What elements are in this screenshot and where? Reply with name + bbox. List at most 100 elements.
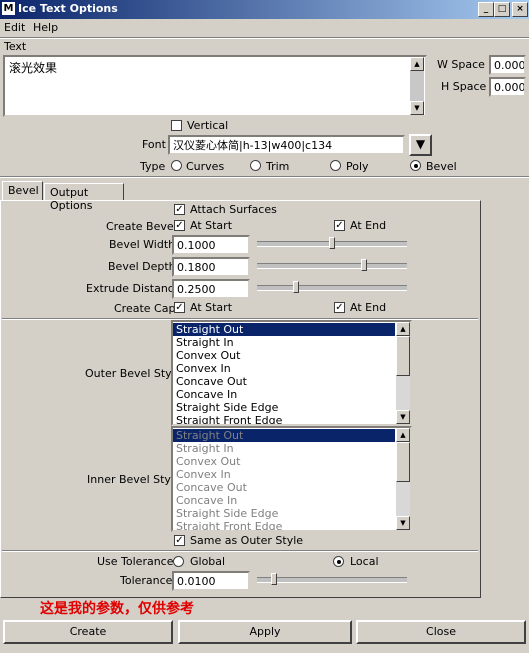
bevel-at-end-label: At End [350, 219, 387, 232]
extrude-distance-slider[interactable] [257, 280, 407, 294]
outer-scroll-thumb[interactable] [396, 336, 410, 376]
type-trim-radio[interactable] [250, 160, 261, 171]
text-scroll-down-icon[interactable]: ▼ [410, 101, 424, 115]
type-poly-radio[interactable] [330, 160, 341, 171]
slider-thumb[interactable] [329, 237, 335, 249]
bevel-width-field[interactable]: 0.1000 [172, 235, 250, 255]
bevel-depth-field[interactable]: 0.1800 [172, 257, 250, 277]
create-bevel-label: Create Bevel [106, 220, 177, 233]
window-title: Ice Text Options [18, 2, 118, 15]
bevel-width-slider[interactable] [257, 236, 407, 250]
bevel-depth-label: Bevel Depth [108, 260, 176, 273]
text-area[interactable]: 滚光效果 ▲ ▼ [3, 55, 427, 117]
bevel-at-start-checkbox[interactable]: ✓ [174, 220, 185, 231]
inner-bevel-style-label: Inner Bevel Style [87, 473, 181, 486]
type-label: Type [140, 160, 166, 173]
slider-thumb[interactable] [271, 573, 277, 585]
cap-at-start-checkbox[interactable]: ✓ [174, 302, 185, 313]
type-poly-label: Poly [346, 160, 369, 173]
cap-at-start-label: At Start [190, 301, 233, 314]
slider-track [257, 577, 407, 583]
bevel-style-option[interactable]: Convex Out [173, 349, 395, 362]
bevel-style-option[interactable]: Straight Front Edge [173, 414, 395, 424]
tolerance-local-radio[interactable] [333, 556, 344, 567]
bevel-style-option[interactable]: Straight Side Edge [173, 507, 395, 520]
outer-scroll-up-icon[interactable]: ▲ [396, 322, 410, 336]
bevel-style-option[interactable]: Straight In [173, 336, 395, 349]
bevel-style-option[interactable]: Convex In [173, 468, 395, 481]
menu-separator [0, 37, 529, 39]
section-separator [0, 176, 529, 178]
tab-output-options[interactable]: Output Options [44, 183, 124, 212]
w-space-label: W Space [437, 58, 485, 71]
slider-track [257, 285, 407, 291]
bevel-at-end-checkbox[interactable]: ✓ [334, 220, 345, 231]
slider-thumb[interactable] [293, 281, 299, 293]
apply-button[interactable]: Apply [178, 620, 352, 644]
text-scroll-up-icon[interactable]: ▲ [410, 57, 424, 71]
h-space-field[interactable]: 0.000 [489, 77, 526, 97]
text-value: 滚光效果 [9, 61, 58, 75]
attach-surfaces-checkbox[interactable]: ✓ [174, 204, 185, 215]
bevel-style-option[interactable]: Concave In [173, 388, 395, 401]
tolerance-field[interactable]: 0.0100 [172, 571, 250, 591]
extrude-distance-field[interactable]: 0.2500 [172, 279, 250, 299]
bevel-style-option[interactable]: Straight Side Edge [173, 401, 395, 414]
type-trim-label: Trim [266, 160, 290, 173]
bevel-style-option[interactable]: Concave In [173, 494, 395, 507]
font-picker-arrow-icon[interactable]: ▼ [409, 134, 432, 156]
same-as-outer-checkbox[interactable]: ✓ [174, 535, 185, 546]
bevel-style-option[interactable]: Convex In [173, 362, 395, 375]
bevel-style-option[interactable]: Concave Out [173, 375, 395, 388]
use-tolerance-label: Use Tolerance [97, 555, 174, 568]
inner-bevel-style-list[interactable]: Straight Out Straight In Convex Out Convex … [171, 426, 412, 532]
text-scroll-track[interactable] [410, 71, 424, 101]
bevel-style-option[interactable]: Concave Out [173, 481, 395, 494]
tolerance-global-radio[interactable] [173, 556, 184, 567]
user-note: 这是我的参数，仅供参考 [40, 601, 194, 617]
tolerance-label: Tolerance [120, 574, 173, 587]
vertical-label: Vertical [187, 119, 229, 132]
outer-bevel-style-list[interactable]: Straight Out Straight In Convex Out Convex … [171, 320, 412, 426]
title-bar: M Ice Text Options _ □ × [0, 0, 529, 19]
slider-track [257, 263, 407, 269]
minimize-button[interactable]: _ [478, 2, 494, 17]
bevel-depth-slider[interactable] [257, 258, 407, 272]
font-label: Font [142, 138, 166, 151]
tolerance-local-label: Local [350, 555, 379, 568]
outer-scroll-down-icon[interactable]: ▼ [396, 410, 410, 424]
menu-help[interactable]: Help [33, 21, 58, 34]
inner-scroll-thumb[interactable] [396, 442, 410, 482]
inner-scroll-down-icon[interactable]: ▼ [396, 516, 410, 530]
cap-at-end-label: At End [350, 301, 387, 314]
type-curves-label: Curves [186, 160, 225, 173]
inner-scroll-up-icon[interactable]: ▲ [396, 428, 410, 442]
maximize-button[interactable]: □ [494, 2, 510, 17]
tab-bevel[interactable]: Bevel [2, 181, 43, 201]
bevel-style-option[interactable]: Convex Out [173, 455, 395, 468]
menu-edit[interactable]: Edit [4, 21, 25, 34]
extrude-distance-label: Extrude Distance [86, 282, 181, 295]
bevel-style-option[interactable]: Straight Out [173, 429, 395, 442]
close-window-button[interactable]: × [512, 2, 528, 17]
text-label: Text [4, 40, 27, 53]
bevel-style-option[interactable]: Straight Out [173, 323, 395, 336]
create-button[interactable]: Create [3, 620, 173, 644]
slider-thumb[interactable] [361, 259, 367, 271]
type-bevel-label: Bevel [426, 160, 457, 173]
outer-bevel-style-label: Outer Bevel Style [85, 367, 182, 380]
close-button[interactable]: Close [356, 620, 526, 644]
tolerance-slider[interactable] [257, 572, 407, 586]
vertical-checkbox[interactable] [171, 120, 182, 131]
bevel-style-option[interactable]: Straight In [173, 442, 395, 455]
cap-at-end-checkbox[interactable]: ✓ [334, 302, 345, 313]
w-space-field[interactable]: 0.000 [489, 55, 526, 75]
attach-surfaces-label: Attach Surfaces [190, 203, 277, 216]
type-bevel-radio[interactable] [410, 160, 421, 171]
type-curves-radio[interactable] [171, 160, 182, 171]
bevel-style-option[interactable]: Straight Front Edge [173, 520, 395, 530]
create-cap-label: Create Cap [114, 302, 176, 315]
font-field[interactable]: 汉仪菱心体简|h-13|w400|c134 [168, 135, 405, 155]
bevel-width-label: Bevel Width [109, 238, 176, 251]
menu-bar: Edit Help [0, 19, 529, 37]
